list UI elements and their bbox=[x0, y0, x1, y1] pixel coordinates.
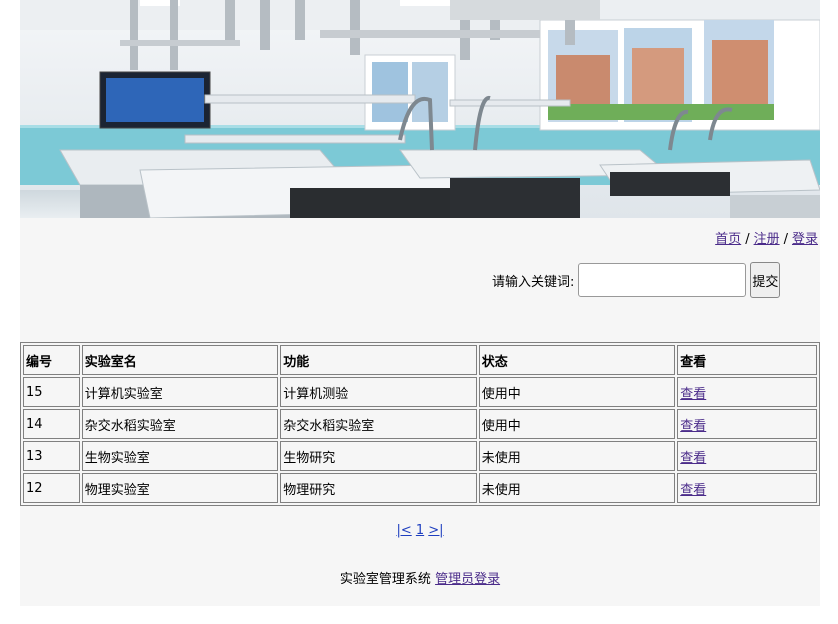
lab-banner-image bbox=[20, 0, 820, 218]
cell-lab-name: 杂交水稻实验室 bbox=[81, 409, 279, 439]
search-input[interactable] bbox=[578, 263, 747, 297]
cell-view: 查看 bbox=[677, 441, 817, 471]
cell-lab-name: 生物实验室 bbox=[81, 441, 279, 471]
view-link[interactable]: 查看 bbox=[680, 419, 706, 434]
cell-lab-name: 物理实验室 bbox=[81, 473, 279, 503]
cell-status: 未使用 bbox=[478, 473, 676, 503]
cell-id: 13 bbox=[23, 441, 80, 471]
cell-status: 使用中 bbox=[478, 377, 676, 407]
submit-button[interactable]: 提交 bbox=[750, 262, 781, 298]
header-function: 功能 bbox=[280, 345, 477, 375]
nav-register-link[interactable]: 注册 bbox=[754, 232, 780, 247]
page-container: 首页/注册/登录 请输入关键词: 提交 编号 实验室名 功能 状态 查看 bbox=[20, 0, 820, 606]
pagination: |< 1 >| bbox=[20, 523, 820, 538]
admin-login-link[interactable]: 管理员登录 bbox=[435, 572, 500, 587]
cell-function: 生物研究 bbox=[280, 441, 477, 471]
view-link[interactable]: 查看 bbox=[680, 483, 706, 498]
table-row: 15 计算机实验室 计算机测验 使用中 查看 bbox=[23, 377, 817, 407]
cell-id: 12 bbox=[23, 473, 80, 503]
table-row: 12 物理实验室 物理研究 未使用 查看 bbox=[23, 473, 817, 503]
cell-view: 查看 bbox=[677, 377, 817, 407]
nav-home-link[interactable]: 首页 bbox=[715, 232, 741, 247]
cell-lab-name: 计算机实验室 bbox=[81, 377, 279, 407]
lab-table-wrapper: 编号 实验室名 功能 状态 查看 15 计算机实验室 计算机测验 使用中 查看 … bbox=[20, 342, 820, 506]
cell-status: 使用中 bbox=[478, 409, 676, 439]
footer-text: 实验室管理系统 bbox=[339, 572, 431, 587]
cell-function: 杂交水稻实验室 bbox=[280, 409, 477, 439]
cell-view: 查看 bbox=[677, 409, 817, 439]
nav-separator: / bbox=[783, 232, 788, 247]
lab-table: 编号 实验室名 功能 状态 查看 15 计算机实验室 计算机测验 使用中 查看 … bbox=[20, 342, 820, 506]
search-label: 请输入关键词: bbox=[492, 274, 575, 290]
cell-id: 15 bbox=[23, 377, 80, 407]
cell-function: 计算机测验 bbox=[280, 377, 477, 407]
header-lab-name: 实验室名 bbox=[81, 345, 279, 375]
nav-separator: / bbox=[745, 232, 750, 247]
top-nav: 首页 / 注册 / 登录 bbox=[715, 228, 818, 247]
pager-prev-link[interactable]: |< bbox=[396, 523, 411, 538]
footer: 实验室管理系统 管理员登录 bbox=[20, 568, 820, 587]
nav-login-link[interactable]: 登录 bbox=[792, 232, 818, 247]
cell-status: 未使用 bbox=[478, 441, 676, 471]
header-status: 状态 bbox=[478, 345, 676, 375]
pager-next-link[interactable]: >| bbox=[428, 523, 443, 538]
header-view: 查看 bbox=[677, 345, 817, 375]
cell-function: 物理研究 bbox=[280, 473, 477, 503]
view-link[interactable]: 查看 bbox=[680, 451, 706, 466]
table-row: 14 杂交水稻实验室 杂交水稻实验室 使用中 查看 bbox=[23, 409, 817, 439]
header-id: 编号 bbox=[23, 345, 80, 375]
cell-id: 14 bbox=[23, 409, 80, 439]
pager-page-link[interactable]: 1 bbox=[416, 523, 424, 538]
table-header-row: 编号 实验室名 功能 状态 查看 bbox=[23, 345, 817, 375]
search-form: 请输入关键词: 提交 bbox=[492, 261, 781, 299]
table-row: 13 生物实验室 生物研究 未使用 查看 bbox=[23, 441, 817, 471]
view-link[interactable]: 查看 bbox=[680, 387, 706, 402]
cell-view: 查看 bbox=[677, 473, 817, 503]
